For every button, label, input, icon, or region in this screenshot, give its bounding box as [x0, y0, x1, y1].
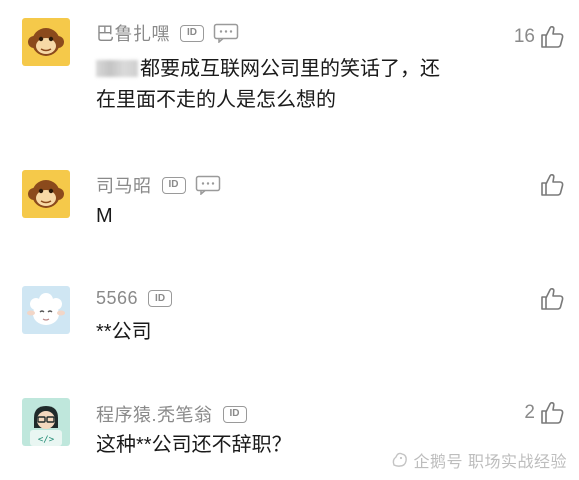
- avatar[interactable]: [22, 286, 70, 334]
- id-badge: ID: [161, 176, 186, 194]
- chat-icon[interactable]: [195, 175, 221, 195]
- comment-meta: 司马昭 ID: [96, 172, 221, 198]
- comment-meta: 5566 ID: [96, 288, 173, 309]
- monkey-icon: [22, 18, 70, 66]
- username[interactable]: 程序猿.秃笔翁: [96, 401, 213, 427]
- id-badge: ID: [180, 24, 204, 42]
- monkey-icon: [22, 170, 70, 218]
- comment-text-line: 这种**公司还不辞职？: [96, 434, 292, 456]
- id-badge: ID: [222, 405, 247, 423]
- username[interactable]: 5566: [96, 288, 138, 309]
- comment-text-content: 都要成互联网公司里的笑话了，还: [140, 58, 440, 80]
- username[interactable]: 司马昭: [96, 172, 152, 198]
- avatar[interactable]: </>: [22, 398, 70, 446]
- chat-icon[interactable]: [213, 23, 239, 43]
- like-count: 16: [513, 26, 535, 47]
- svg-text:</>: </>: [38, 435, 55, 445]
- comment-text: **公司: [96, 317, 152, 348]
- comment-meta: 程序猿.秃笔翁 ID: [96, 401, 247, 427]
- username[interactable]: 巴鲁扎嘿: [96, 20, 170, 46]
- penguin-icon: [392, 452, 407, 467]
- thumbs-up-icon: [541, 25, 564, 48]
- thumbs-up-icon: [541, 287, 564, 310]
- watermark: 企鹅号 职场实战经验: [390, 448, 567, 472]
- watermark-text: 企鹅号 职场实战经验: [413, 454, 567, 471]
- redacted-blur: [96, 60, 138, 77]
- programmer-icon: </>: [22, 398, 70, 446]
- comment-text: 都要成互联网公司里的笑话了，还 在里面不走的人是怎么想的: [96, 54, 440, 116]
- thumbs-up-icon: [541, 173, 564, 196]
- like-button[interactable]: [535, 286, 565, 312]
- like-button[interactable]: [535, 172, 565, 198]
- thumbs-up-icon: [541, 401, 564, 424]
- id-badge: ID: [148, 290, 173, 307]
- comment-text-line: **公司: [96, 321, 152, 343]
- like-button[interactable]: 2: [524, 400, 565, 426]
- comment-text-line: 在里面不走的人是怎么想的: [96, 89, 336, 111]
- sheep-icon: [22, 286, 70, 334]
- like-count: 2: [524, 402, 535, 423]
- comment-text: 这种**公司还不辞职？: [96, 430, 292, 461]
- avatar[interactable]: [22, 18, 70, 66]
- comment-text-line: M: [96, 205, 113, 227]
- comment-meta: 巴鲁扎嘿 ID: [96, 20, 239, 46]
- comment-text: M: [96, 201, 113, 232]
- like-button[interactable]: 16: [514, 24, 565, 50]
- avatar[interactable]: [22, 170, 70, 218]
- comment-text-line: 都要成互联网公司里的笑话了，还: [96, 54, 440, 85]
